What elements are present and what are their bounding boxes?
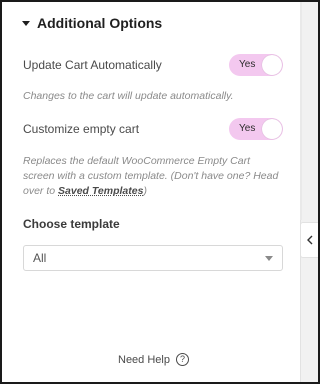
update-cart-label: Update Cart Automatically bbox=[23, 58, 162, 72]
empty-cart-description: Replaces the default WooCommerce Empty C… bbox=[23, 154, 283, 199]
choose-template-label: Choose template bbox=[23, 217, 120, 231]
toggle-knob bbox=[262, 55, 282, 75]
toggle-knob bbox=[262, 119, 282, 139]
section-title: Additional Options bbox=[37, 15, 163, 31]
update-cart-toggle-text: Yes bbox=[239, 59, 256, 70]
empty-cart-description-end: ) bbox=[143, 185, 147, 197]
editor-side-strip bbox=[300, 2, 318, 382]
additional-options-header[interactable]: Additional Options bbox=[22, 15, 162, 31]
update-cart-description: Changes to the cart will update automati… bbox=[23, 90, 234, 102]
collapse-panel-button[interactable] bbox=[300, 222, 318, 258]
template-select[interactable]: All bbox=[23, 245, 283, 271]
empty-cart-row: Customize empty cart Yes bbox=[23, 118, 283, 140]
saved-templates-link[interactable]: Saved Templates bbox=[58, 185, 143, 197]
question-circle-icon: ? bbox=[175, 353, 189, 366]
chevron-left-icon bbox=[306, 235, 312, 245]
panel-scrollbar[interactable] bbox=[300, 2, 302, 220]
template-select-value: All bbox=[33, 251, 47, 265]
options-panel: Additional Options Update Cart Automatic… bbox=[2, 2, 300, 382]
update-cart-row: Update Cart Automatically Yes bbox=[23, 54, 283, 76]
empty-cart-toggle-text: Yes bbox=[239, 123, 256, 134]
need-help-label: Need Help bbox=[118, 353, 170, 366]
caret-down-icon bbox=[22, 21, 30, 26]
need-help-link[interactable]: Need Help ? bbox=[118, 353, 189, 366]
empty-cart-toggle[interactable]: Yes bbox=[229, 118, 283, 140]
dropdown-arrow-icon bbox=[265, 255, 273, 261]
update-cart-toggle[interactable]: Yes bbox=[229, 54, 283, 76]
empty-cart-label: Customize empty cart bbox=[23, 122, 140, 136]
